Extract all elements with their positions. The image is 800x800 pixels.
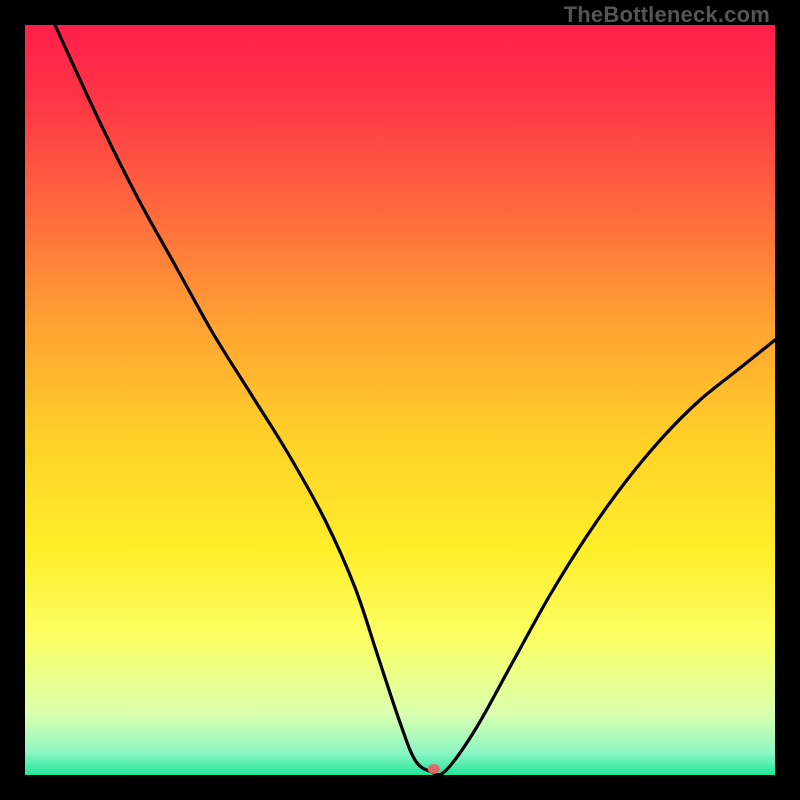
watermark-text: TheBottleneck.com bbox=[564, 2, 770, 28]
plot-area bbox=[25, 25, 775, 775]
chart-frame: TheBottleneck.com bbox=[0, 0, 800, 800]
chart-svg bbox=[25, 25, 775, 775]
minimum-marker bbox=[428, 764, 440, 774]
gradient-background bbox=[25, 25, 775, 775]
